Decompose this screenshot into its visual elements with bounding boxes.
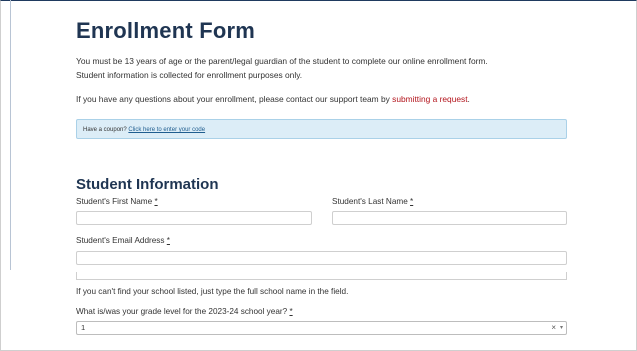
- grade-label: What is/was your grade level for the 202…: [76, 307, 293, 316]
- email-label: Student's Email Address *: [76, 236, 170, 245]
- submit-request-link[interactable]: submitting a request: [392, 94, 467, 104]
- intro-line-2: Student information is collected for enr…: [76, 70, 303, 80]
- school-help-text: If you can't find your school listed, ju…: [76, 287, 349, 296]
- required-marker: *: [289, 307, 293, 316]
- first-name-label: Student's First Name *: [76, 197, 158, 206]
- grade-selected-value: 1: [81, 323, 86, 332]
- clear-icon[interactable]: ×: [551, 322, 556, 334]
- required-marker: *: [166, 236, 170, 245]
- last-name-input[interactable]: [332, 211, 567, 225]
- school-input[interactable]: [76, 272, 567, 280]
- required-marker: *: [410, 197, 414, 206]
- contact-suffix: .: [467, 94, 470, 104]
- grade-label-text: What is/was your grade level for the 202…: [76, 307, 288, 316]
- last-name-label: Student's Last Name *: [332, 197, 413, 206]
- first-name-label-text: Student's First Name: [76, 197, 153, 206]
- coupon-code-link[interactable]: Click here to enter your code: [128, 127, 205, 133]
- coupon-prefix: Have a coupon?: [83, 127, 129, 133]
- contact-text: If you have any questions about your enr…: [76, 94, 470, 104]
- grade-select[interactable]: 1 × ▾: [76, 321, 567, 335]
- page-title: Enrollment Form: [76, 18, 256, 43]
- intro-text: You must be 13 years of age or the paren…: [76, 54, 570, 82]
- section-title-student: Student Information: [76, 176, 219, 193]
- last-name-label-text: Student's Last Name: [332, 197, 408, 206]
- coupon-banner: Have a coupon? Click here to enter your …: [76, 119, 567, 139]
- contact-prefix: If you have any questions about your enr…: [76, 94, 393, 104]
- page-edge: [10, 0, 11, 270]
- email-label-text: Student's Email Address: [76, 236, 165, 245]
- required-marker: *: [154, 197, 158, 206]
- email-input[interactable]: [76, 251, 567, 265]
- intro-line-1: You must be 13 years of age or the paren…: [76, 56, 488, 66]
- first-name-input[interactable]: [76, 211, 312, 225]
- chevron-down-icon[interactable]: ▾: [560, 322, 563, 334]
